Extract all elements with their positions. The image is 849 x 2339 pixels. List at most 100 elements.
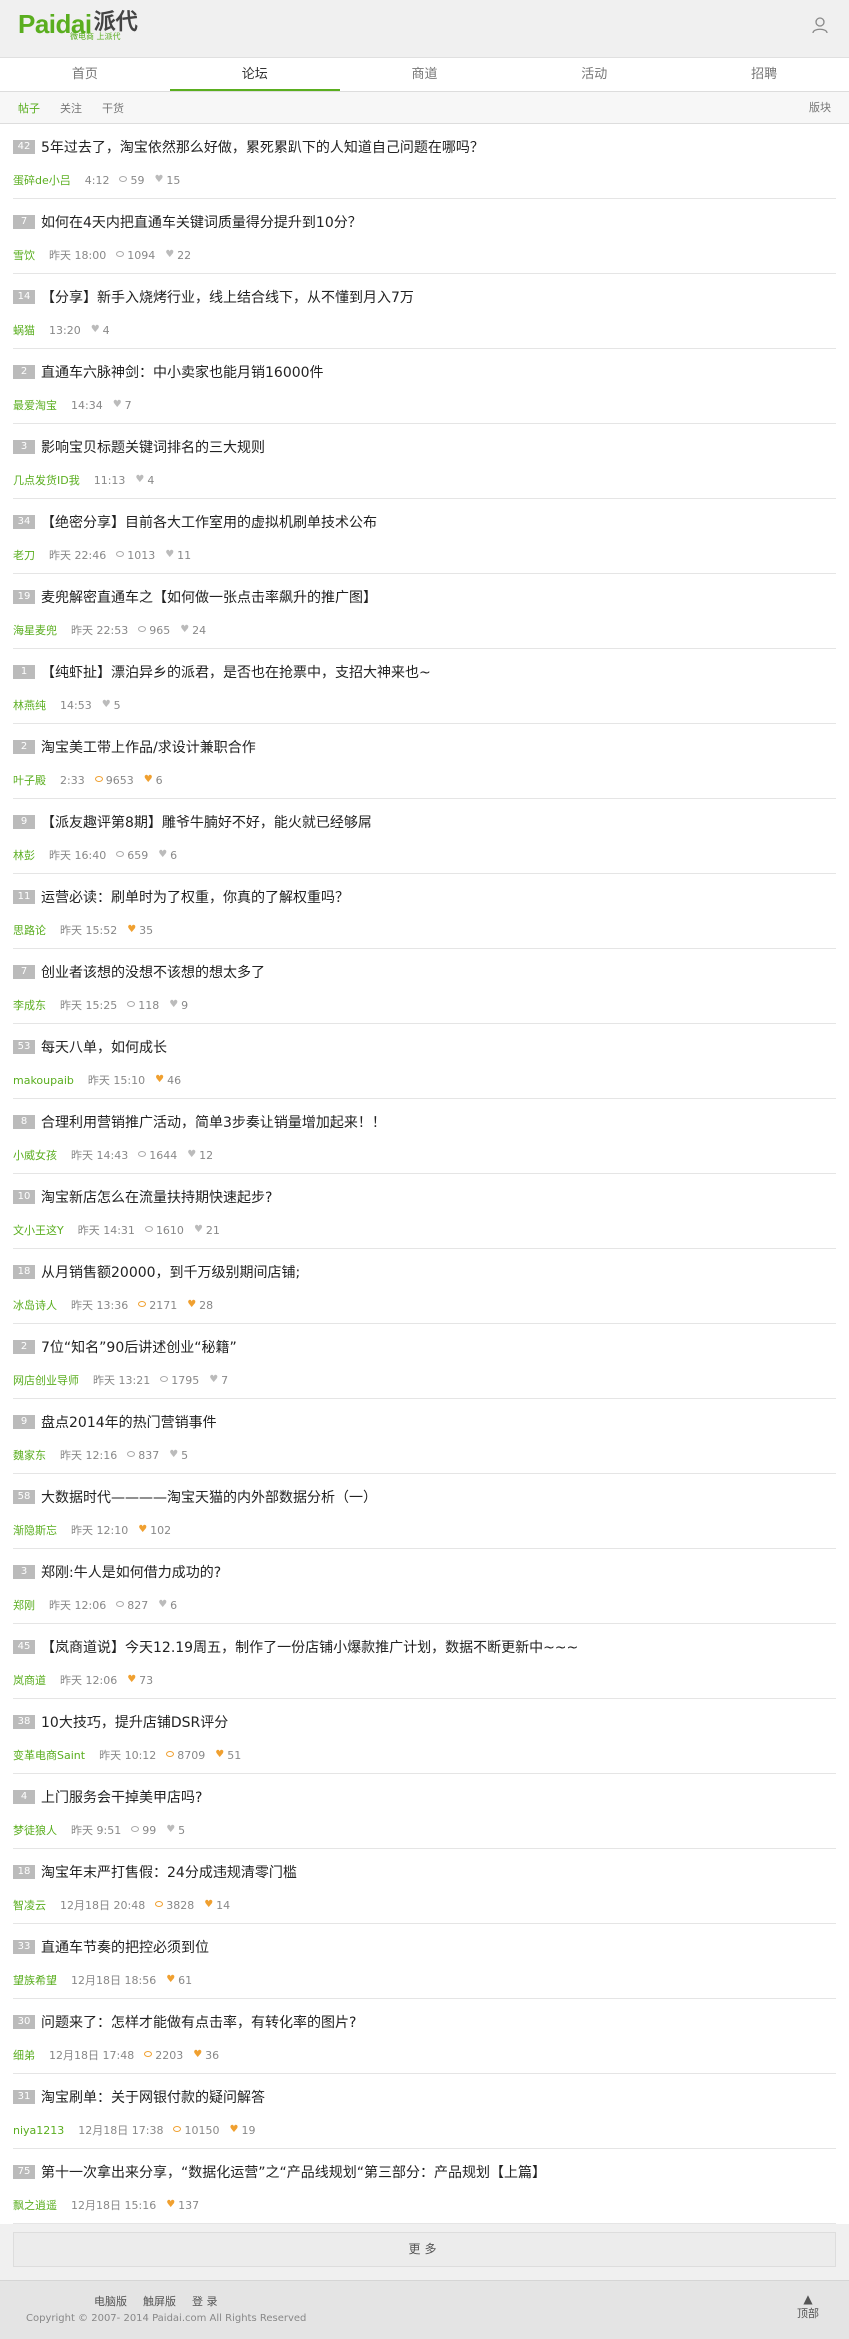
nav-tab[interactable]: 论坛	[169, 58, 340, 91]
footer-link[interactable]: 登 录	[192, 2293, 218, 2309]
post-title[interactable]: 盘点2014年的热门营销事件	[41, 1412, 217, 1432]
post-title[interactable]: 【派友趣评第8期】雕爷牛腩好不好，能火就已经够屌	[41, 812, 372, 832]
list-item[interactable]: 2 直通车六脉神剑：中小卖家也能月销16000件 最爱淘宝 14:34 ♥ 7	[13, 349, 836, 424]
post-title[interactable]: 7位“知名”90后讲述创业“秘籍”	[41, 1337, 237, 1357]
list-item[interactable]: 3 郑刚:牛人是如何借力成功的? 郑刚 昨天 12:06 827 ♥ 6	[13, 1549, 836, 1624]
load-more-button[interactable]: 更多	[13, 2232, 836, 2267]
user-icon[interactable]	[809, 14, 831, 36]
post-author[interactable]: 郑刚	[13, 1597, 35, 1613]
list-item[interactable]: 19 麦兜解密直通车之【如何做一张点击率飙升的推广图】 海星麦兜 昨天 22:53 96…	[13, 574, 836, 649]
post-title[interactable]: 运营必读：刷单时为了权重，你真的了解权重吗？	[41, 887, 349, 907]
list-item[interactable]: 2 淘宝美工带上作品/求设计兼职合作 叶子殿 2:33 9653 ♥ 6	[13, 724, 836, 799]
back-to-top-button[interactable]: ▲ 顶部	[793, 2293, 823, 2321]
list-item[interactable]: 33 直通车节奏的把控必须到位 望族希望 12月18日 18:56 ♥ 61	[13, 1924, 836, 1999]
post-title[interactable]: 麦兜解密直通车之【如何做一张点击率飙升的推广图】	[41, 587, 377, 607]
post-author[interactable]: 梦徒狼人	[13, 1822, 57, 1838]
post-author[interactable]: 蜗猫	[13, 322, 35, 338]
post-author[interactable]: 海星麦兜	[13, 622, 57, 638]
list-item[interactable]: 38 10大技巧，提升店铺DSR评分 变革电商Saint 昨天 10:12 8709 ♥ 5…	[13, 1699, 836, 1774]
post-title[interactable]: 如何在4天内把直通车关键词质量得分提升到10分？	[41, 212, 362, 232]
list-item[interactable]: 18 淘宝年末严打售假：24分成违规清零门槛 智凌云 12月18日 20:48 3828…	[13, 1849, 836, 1924]
post-author[interactable]: makoupaib	[13, 1074, 74, 1087]
list-item[interactable]: 10 淘宝新店怎么在流量扶持期快速起步? 文小王这Y 昨天 14:31 1610 ♥ 21	[13, 1174, 836, 1249]
list-item[interactable]: 18 从月销售额20000，到千万级别期间店铺; 冰岛诗人 昨天 13:36 2171 ♥…	[13, 1249, 836, 1324]
post-author[interactable]: 几点发货ID我	[13, 472, 80, 488]
post-author[interactable]: niya1213	[13, 2124, 64, 2137]
nav-tab[interactable]: 首页	[0, 58, 170, 91]
nav-tab[interactable]: 活动	[509, 58, 679, 91]
footer-link[interactable]: 触屏版	[143, 2293, 176, 2309]
post-title[interactable]: 淘宝刷单：关于网银付款的疑问解答	[41, 2087, 265, 2107]
list-item[interactable]: 9 盘点2014年的热门营销事件 魏家东 昨天 12:16 837 ♥ 5	[13, 1399, 836, 1474]
post-author[interactable]: 李成东	[13, 997, 46, 1013]
list-item[interactable]: 31 淘宝刷单：关于网银付款的疑问解答 niya1213 12月18日 17:38 10…	[13, 2074, 836, 2149]
post-title[interactable]: 直通车六脉神剑：中小卖家也能月销16000件	[41, 362, 324, 382]
list-item[interactable]: 11 运营必读：刷单时为了权重，你真的了解权重吗？ 思路论 昨天 15:52 ♥ 35	[13, 874, 836, 949]
post-title[interactable]: 每天八单，如何成长	[41, 1037, 167, 1057]
post-author[interactable]: 小威女孩	[13, 1147, 57, 1163]
post-author[interactable]: 思路论	[13, 922, 46, 938]
footer-link[interactable]: 电脑版	[94, 2293, 127, 2309]
post-author[interactable]: 文小王这Y	[13, 1222, 64, 1238]
post-title[interactable]: 【纯虾扯】漂泊异乡的派君，是否也在抢票中，支招大神来也~	[41, 662, 431, 682]
views-stat: 1013	[116, 549, 155, 562]
post-title[interactable]: 上门服务会干掉美甲店吗?	[41, 1787, 202, 1807]
post-title[interactable]: 【绝密分享】目前各大工作室用的虚拟机刷单技术公布	[41, 512, 377, 532]
post-title[interactable]: 问题来了：怎样才能做有点击率，有转化率的图片?	[41, 2012, 356, 2032]
list-item[interactable]: 34 【绝密分享】目前各大工作室用的虚拟机刷单技术公布 老刀 昨天 22:46 1013…	[13, 499, 836, 574]
list-item[interactable]: 9 【派友趣评第8期】雕爷牛腩好不好，能火就已经够屌 林彭 昨天 16:40 659 ♥ 6	[13, 799, 836, 874]
post-title[interactable]: 【岚商道说】今天12.19周五，制作了一份店铺小爆款推广计划，数据不断更新中~~…	[41, 1637, 578, 1657]
forum-sections-link[interactable]: 版块	[809, 92, 831, 124]
post-title[interactable]: 淘宝美工带上作品/求设计兼职合作	[41, 737, 256, 757]
post-title[interactable]: 从月销售额20000，到千万级别期间店铺;	[41, 1262, 300, 1282]
list-item[interactable]: 7 如何在4天内把直通车关键词质量得分提升到10分？ 雪饮 昨天 18:00 1094 ♥…	[13, 199, 836, 274]
post-title[interactable]: 5年过去了，淘宝依然那么好做，累死累趴下的人知道自己问题在哪吗？	[41, 137, 484, 157]
list-item[interactable]: 58 大数据时代————淘宝天猫的内外部数据分析（一） 渐隐斯忘 昨天 12:10 ♥ 1…	[13, 1474, 836, 1549]
post-author[interactable]: 冰岛诗人	[13, 1297, 57, 1313]
list-item[interactable]: 1 【纯虾扯】漂泊异乡的派君，是否也在抢票中，支招大神来也~ 林燕纯 14:53 ♥ 5	[13, 649, 836, 724]
post-title[interactable]: 郑刚:牛人是如何借力成功的?	[41, 1562, 221, 1582]
post-author[interactable]: 细弟	[13, 2047, 35, 2063]
post-author[interactable]: 魏家东	[13, 1447, 46, 1463]
post-author[interactable]: 望族希望	[13, 1972, 57, 1988]
post-author[interactable]: 蛋碎de小吕	[13, 172, 71, 188]
post-author[interactable]: 雪饮	[13, 247, 35, 263]
list-item[interactable]: 4 上门服务会干掉美甲店吗? 梦徒狼人 昨天 9:51 99 ♥ 5	[13, 1774, 836, 1849]
post-author[interactable]: 网店创业导师	[13, 1372, 79, 1388]
subnav-tab[interactable]: 干货	[102, 100, 124, 116]
post-author[interactable]: 变革电商Saint	[13, 1747, 85, 1763]
post-author[interactable]: 叶子殿	[13, 772, 46, 788]
nav-tab[interactable]: 招聘	[679, 58, 849, 91]
post-title[interactable]: 大数据时代————淘宝天猫的内外部数据分析（一）	[41, 1487, 377, 1507]
post-title[interactable]: 【分享】新手入烧烤行业，线上结合线下，从不懂到月入7万	[41, 287, 414, 307]
post-title[interactable]: 10大技巧，提升店铺DSR评分	[41, 1712, 228, 1732]
post-title[interactable]: 创业者该想的没想不该想的想太多了	[41, 962, 265, 982]
list-item[interactable]: 75 第十一次拿出来分享，“数据化运营”之“产品线规划“第三部分：产品规划【上篇】…	[13, 2149, 836, 2224]
subnav-tab[interactable]: 帖子	[18, 100, 40, 116]
post-title[interactable]: 第十一次拿出来分享，“数据化运营”之“产品线规划“第三部分：产品规划【上篇】	[41, 2162, 546, 2182]
list-item[interactable]: 42 5年过去了，淘宝依然那么好做，累死累趴下的人知道自己问题在哪吗？ 蛋碎de小吕…	[13, 124, 836, 199]
post-author[interactable]: 岚商道	[13, 1672, 46, 1688]
nav-tab[interactable]: 商道	[340, 58, 510, 91]
post-title[interactable]: 直通车节奏的把控必须到位	[41, 1937, 209, 1957]
list-item[interactable]: 3 影响宝贝标题关键词排名的三大规则 几点发货ID我 11:13 ♥ 4	[13, 424, 836, 499]
list-item[interactable]: 53 每天八单，如何成长 makoupaib 昨天 15:10 ♥ 46	[13, 1024, 836, 1099]
list-item[interactable]: 7 创业者该想的没想不该想的想太多了 李成东 昨天 15:25 118 ♥ 9	[13, 949, 836, 1024]
post-author[interactable]: 渐隐斯忘	[13, 1522, 57, 1538]
post-title[interactable]: 淘宝新店怎么在流量扶持期快速起步?	[41, 1187, 272, 1207]
list-item[interactable]: 8 合理利用营销推广活动，简单3步奏让销量增加起来！！ 小威女孩 昨天 14:43 16…	[13, 1099, 836, 1174]
post-author[interactable]: 老刀	[13, 547, 35, 563]
list-item[interactable]: 45 【岚商道说】今天12.19周五，制作了一份店铺小爆款推广计划，数据不断更新中…	[13, 1624, 836, 1699]
list-item[interactable]: 2 7位“知名”90后讲述创业“秘籍” 网店创业导师 昨天 13:21 1795 ♥ 7	[13, 1324, 836, 1399]
post-author[interactable]: 最爱淘宝	[13, 397, 57, 413]
post-title[interactable]: 影响宝贝标题关键词排名的三大规则	[41, 437, 265, 457]
list-item[interactable]: 30 问题来了：怎样才能做有点击率，有转化率的图片? 细弟 12月18日 17:48 2…	[13, 1999, 836, 2074]
post-author[interactable]: 林彭	[13, 847, 35, 863]
post-title[interactable]: 合理利用营销推广活动，简单3步奏让销量增加起来！！	[41, 1112, 386, 1132]
post-title[interactable]: 淘宝年末严打售假：24分成违规清零门槛	[41, 1862, 297, 1882]
post-author[interactable]: 智凌云	[13, 1897, 46, 1913]
post-author[interactable]: 林燕纯	[13, 697, 46, 713]
post-author[interactable]: 飘之逍遥	[13, 2197, 57, 2213]
list-item[interactable]: 14 【分享】新手入烧烤行业，线上结合线下，从不懂到月入7万 蜗猫 13:20 ♥ 4	[13, 274, 836, 349]
subnav-tab[interactable]: 关注	[60, 100, 82, 116]
